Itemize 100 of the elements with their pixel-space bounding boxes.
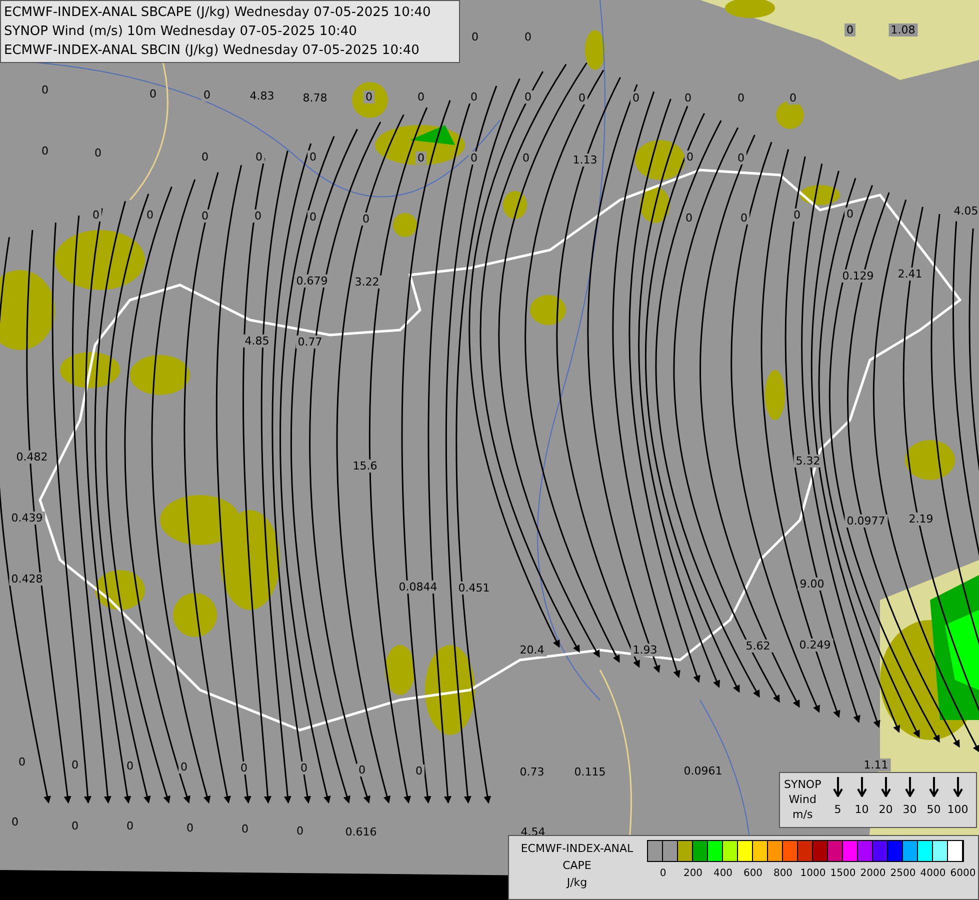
map-value-label: 4.83 bbox=[248, 90, 276, 102]
map-value-label: 0.451 bbox=[456, 582, 492, 594]
map-value-label: 0 bbox=[90, 208, 102, 222]
map-value-label: 0 bbox=[468, 90, 480, 104]
arrow-down-icon bbox=[928, 777, 939, 797]
map-value-label: 1.93 bbox=[630, 644, 660, 656]
map-value-label: 0 bbox=[148, 88, 158, 100]
map-value-label: 0 bbox=[240, 822, 250, 836]
map-value-label: 0 bbox=[792, 208, 802, 222]
legend-speed: 20 bbox=[878, 803, 893, 816]
map-value-label: 0.77 bbox=[296, 336, 324, 348]
map-title: ECMWF-INDEX-ANAL SBCIN (J/kg) Wednesday 07-05-2025 10:40 bbox=[4, 42, 420, 60]
map-value-label: 0 bbox=[298, 762, 310, 774]
map-value-label: 4.85 bbox=[242, 334, 272, 348]
map-value-label: 0 bbox=[308, 210, 318, 224]
map-value-label: 0 bbox=[684, 212, 694, 224]
map-value-label: 0 bbox=[254, 150, 264, 164]
map-value-label: 0 bbox=[40, 84, 50, 96]
map-value-label: 0.482 bbox=[14, 450, 50, 464]
map-value-label: 0 bbox=[10, 816, 20, 828]
map-value-label: 0 bbox=[70, 758, 80, 772]
map-value-label: 0.129 bbox=[840, 270, 876, 282]
map-value-label: 0 bbox=[788, 92, 798, 104]
legend-label: J/kg bbox=[566, 875, 588, 891]
scale-tick-label: 400 bbox=[713, 868, 733, 879]
legend-label: m/s bbox=[792, 807, 813, 822]
arrow-down-icon bbox=[856, 777, 867, 797]
map-value-label: 0 bbox=[308, 150, 318, 164]
scale-tick-label: 2500 bbox=[890, 868, 916, 879]
map-value-label: 0 bbox=[178, 760, 190, 774]
map-value-label: 0 bbox=[470, 30, 480, 44]
map-value-label: 0.0961 bbox=[682, 764, 724, 778]
map-value-label: 0.679 bbox=[294, 274, 330, 288]
map-value-label: 0 bbox=[522, 90, 534, 104]
map-value-label: 0 bbox=[16, 756, 28, 768]
map-value-label: 1.08 bbox=[888, 24, 918, 36]
map-value-label: 0 bbox=[360, 212, 372, 226]
map-value-label: 0 bbox=[364, 90, 374, 104]
map-value-label: 0.439 bbox=[9, 512, 45, 524]
map-value-label: 5.32 bbox=[794, 454, 822, 468]
legend-label: ECMWF-INDEX-ANAL bbox=[520, 841, 634, 857]
map-value-label: 0.0977 bbox=[844, 514, 888, 528]
scale-tick-label: 2000 bbox=[860, 868, 886, 879]
map-value-label: 8.78 bbox=[300, 92, 330, 104]
arrow-down-icon bbox=[880, 777, 891, 797]
map-value-label: 0 bbox=[738, 212, 750, 224]
map-value-label: 0 bbox=[522, 30, 534, 44]
scale-tick-label: 6000 bbox=[950, 868, 976, 879]
map-value-label: 0.249 bbox=[797, 638, 833, 652]
map-value-label: 0 bbox=[92, 146, 104, 160]
map-value-label: 9.00 bbox=[798, 578, 826, 590]
map-value-label: 15.6 bbox=[350, 460, 380, 472]
arrow-down-icon bbox=[832, 777, 843, 797]
map-value-label: 0 bbox=[202, 88, 212, 102]
legend-label: SYNOP bbox=[784, 777, 822, 792]
scale-tick-label: 1500 bbox=[830, 868, 856, 879]
map-value-label: 1.11 bbox=[862, 758, 890, 772]
map-value-label: 2.41 bbox=[896, 268, 924, 280]
map-value-label: 0 bbox=[416, 90, 426, 104]
map-value-label: 0 bbox=[468, 152, 480, 164]
map-value-label: 0 bbox=[682, 92, 694, 104]
scale-tick-label: 0 bbox=[660, 868, 666, 879]
legend-label: Wind bbox=[788, 792, 816, 807]
map-value-label: 0 bbox=[736, 92, 746, 104]
map-value-label: 0 bbox=[124, 760, 136, 772]
arrow-down-icon bbox=[904, 777, 915, 797]
map-value-label: 3.22 bbox=[352, 276, 382, 288]
legend-speed: 50 bbox=[926, 803, 941, 816]
map-value-label: 0.0844 bbox=[396, 580, 440, 594]
legend-speed: 10 bbox=[854, 803, 869, 816]
map-value-label: 0.115 bbox=[572, 766, 608, 778]
map-value-label: 0 bbox=[70, 820, 80, 832]
map-value-label: 5.62 bbox=[744, 640, 772, 652]
map-value-label: 0 bbox=[252, 210, 264, 222]
map-value-label: 0 bbox=[144, 208, 156, 222]
map-value-label: 0 bbox=[356, 764, 368, 776]
map-value-label: 0 bbox=[684, 150, 696, 164]
map-title: SYNOP Wind (m/s) 10m Wednesday 07-05-2025 10:40 bbox=[4, 23, 358, 41]
map-value-label: 4.05 bbox=[952, 204, 979, 218]
map-value-label: 0 bbox=[576, 92, 588, 104]
scale-tick-label: 200 bbox=[683, 868, 703, 879]
map-value-label: 0 bbox=[844, 208, 856, 220]
legend-speed: 100 bbox=[947, 803, 968, 816]
map-value-label: 0 bbox=[414, 764, 424, 778]
legend-speed: 30 bbox=[902, 803, 917, 816]
map-value-label: 0 bbox=[200, 150, 210, 164]
map-value-label: 0.73 bbox=[518, 766, 546, 778]
map-value-label: 0 bbox=[294, 824, 306, 838]
map-value-label: 0 bbox=[416, 152, 426, 164]
map-value-label: 0.616 bbox=[343, 826, 379, 838]
map-value-label: 0 bbox=[238, 762, 250, 774]
scale-tick-label: 1000 bbox=[800, 868, 826, 879]
map-value-label: 1.13 bbox=[570, 154, 600, 166]
arrow-down-icon bbox=[952, 777, 963, 797]
scale-tick-label: 4000 bbox=[920, 868, 946, 879]
map-value-label: 0 bbox=[630, 92, 642, 104]
map-value-label: 0 bbox=[184, 822, 196, 834]
scale-tick-label: 800 bbox=[773, 868, 793, 879]
map-value-label: 0 bbox=[736, 152, 746, 164]
legend-label: CAPE bbox=[562, 858, 592, 874]
